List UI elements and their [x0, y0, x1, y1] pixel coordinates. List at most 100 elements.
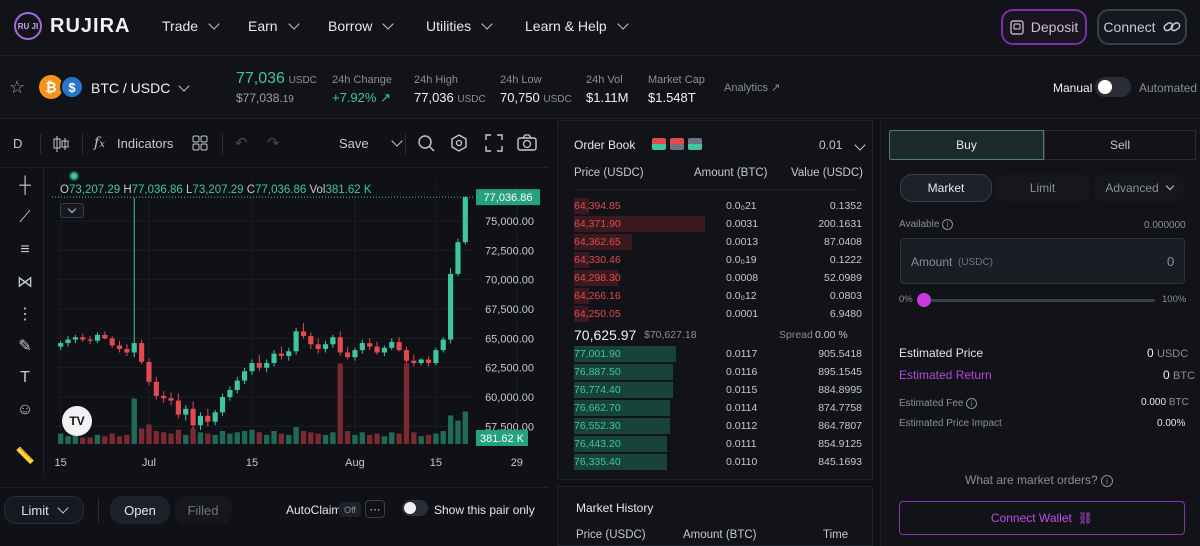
order-book-row[interactable]: 64,250.05 0.0001 6.9480 — [574, 305, 870, 323]
volume-bar — [80, 437, 86, 444]
buy-tab[interactable]: Buy — [889, 130, 1044, 160]
order-book-row[interactable]: 76,443.20 0.0111 854.9125 — [574, 435, 870, 453]
text-tool-icon[interactable]: T — [10, 362, 40, 394]
nav-trade-label: Trade — [162, 18, 199, 34]
mh-header-time: Time — [823, 529, 849, 541]
row-value: 845.1693 — [818, 456, 862, 468]
analytics-link[interactable]: Analytics ↗ — [724, 81, 780, 94]
brand-logo[interactable]: RU JI RUJIRA — [14, 12, 130, 40]
market-orders-help[interactable]: What are market orders? i — [965, 473, 1114, 487]
candle-body — [190, 408, 196, 426]
interval-selector[interactable]: D — [13, 136, 22, 151]
chevron-down-icon — [617, 18, 629, 30]
nav-earn[interactable]: Earn — [248, 18, 300, 34]
advanced-order-select[interactable]: Advanced — [1093, 174, 1185, 202]
volume-bar — [271, 431, 277, 444]
amount-slider-track[interactable] — [921, 299, 1155, 302]
deposit-button[interactable]: Deposit — [1001, 9, 1087, 45]
auto-toggle[interactable] — [1095, 77, 1131, 97]
row-price: 76,443.20 — [574, 438, 621, 450]
row-value: 895.1545 — [818, 366, 862, 378]
nav-trade[interactable]: Trade — [162, 18, 220, 34]
indicators-button[interactable]: Indicators — [117, 136, 173, 151]
undo-icon[interactable]: ↶ — [235, 134, 248, 152]
nav-learn-help-label: Learn & Help — [525, 18, 607, 34]
connect-wallet-button[interactable]: Connect Wallet ⛓ — [899, 501, 1185, 535]
order-book-row[interactable]: 76,887.50 0.0116 895.1545 — [574, 363, 870, 381]
settings-icon[interactable] — [450, 133, 468, 153]
row-price: 76,774.40 — [574, 384, 621, 396]
fullscreen-icon[interactable] — [485, 134, 503, 152]
low-label: 24h Low — [500, 74, 542, 86]
pair-selector[interactable]: BTC / USDC — [91, 80, 191, 96]
nav-utilities[interactable]: Utilities — [426, 18, 493, 34]
camera-icon[interactable] — [517, 134, 537, 152]
emoji-icon[interactable]: ☺ — [10, 394, 40, 426]
bids-list: 77,001.90 0.0117 905.5418 76,887.50 0.0116 89… — [574, 345, 862, 471]
order-type-select[interactable]: Limit — [4, 496, 84, 524]
order-book-panel: Order Book 0.01 Price (USDC) Amount (BTC… — [557, 120, 873, 480]
order-book-row[interactable]: 64,362.65 0.0013 87.0408 — [574, 233, 870, 251]
nav-learn-help[interactable]: Learn & Help — [525, 18, 629, 34]
price-chart[interactable]: 75,000.00 72,500.00 70,000.00 67,500.00 65,0… — [44, 168, 548, 478]
order-book-row[interactable]: 76,552.30 0.0112 864.7807 — [574, 417, 870, 435]
sell-tab[interactable]: Sell — [1044, 130, 1196, 160]
order-book-row[interactable]: 64,394.85 0.0₀21 0.1352 — [574, 197, 870, 215]
order-book-row[interactable]: 77,001.90 0.0117 905.5418 — [574, 345, 870, 363]
candle-body — [242, 371, 248, 381]
order-book-row[interactable]: 76,774.40 0.0115 884.8995 — [574, 381, 870, 399]
drawing-tools-panel: ┼ ⟋ ≡ ⋈ ⋮ ✎ T ☺ 📏 — [4, 168, 44, 478]
order-book-row[interactable]: 76,662.70 0.0114 874.7758 — [574, 399, 870, 417]
order-book-row[interactable]: 64,371.90 0.0031 200.1631 — [574, 215, 870, 233]
chevron-down-icon — [1165, 181, 1174, 191]
order-book-row[interactable]: 64,298.30 0.0008 52.0989 — [574, 269, 870, 287]
amount-slider-handle[interactable] — [917, 293, 931, 307]
legend-collapse-button[interactable] — [60, 203, 84, 218]
brand-name: RUJIRA — [50, 14, 131, 37]
limit-order-tab[interactable]: Limit — [995, 174, 1090, 202]
info-icon[interactable]: i — [966, 398, 978, 409]
quick-search-icon[interactable] — [417, 133, 435, 153]
view-both-icon[interactable] — [652, 138, 666, 150]
market-order-tab[interactable]: Market — [900, 174, 992, 202]
row-amount: 0.0008 — [726, 272, 759, 284]
crosshair-icon[interactable]: ┼ — [10, 170, 40, 202]
connect-button[interactable]: Connect — [1097, 9, 1187, 45]
brush-icon[interactable]: ✎ — [10, 330, 40, 362]
candle-body — [205, 415, 211, 422]
volume-bar — [411, 432, 417, 444]
candle-body — [359, 343, 365, 351]
tab-filled-orders[interactable]: Filled — [174, 496, 232, 524]
prediction-icon[interactable]: ⋮ — [10, 298, 40, 330]
info-icon[interactable]: i — [942, 219, 954, 230]
volume-bar — [175, 429, 182, 444]
amount-input[interactable]: Amount (USDC) 0 — [900, 238, 1185, 284]
layout-grid-icon[interactable] — [192, 135, 208, 151]
more-options-icon[interactable]: ⋯ — [365, 500, 385, 518]
volume-bar — [116, 436, 123, 444]
fib-icon[interactable]: ≡ — [10, 234, 40, 266]
tick-size-select[interactable]: 0.01 — [819, 138, 867, 152]
view-asks-icon[interactable] — [670, 138, 684, 150]
chevron-down-icon[interactable] — [391, 135, 403, 147]
order-book-row[interactable]: 76,335.40 0.0110 845.1693 — [574, 453, 870, 471]
save-button[interactable]: Save — [339, 136, 369, 151]
trend-line-icon[interactable]: ⟋ — [10, 202, 40, 234]
tab-open-orders[interactable]: Open — [110, 496, 170, 524]
pattern-icon[interactable]: ⋈ — [10, 266, 40, 298]
order-book-row[interactable]: 64,330.46 0.0₀19 0.1222 — [574, 251, 870, 269]
high-unit: USDC — [457, 94, 486, 105]
favorite-star-icon[interactable]: ☆ — [9, 77, 25, 98]
nav-borrow[interactable]: Borrow — [328, 18, 395, 34]
order-book-row[interactable]: 64,266.16 0.0₀12 0.0803 — [574, 287, 870, 305]
candles-icon[interactable] — [52, 134, 70, 154]
tick-size-value: 0.01 — [819, 138, 843, 152]
candle-body — [425, 359, 432, 364]
ruler-icon[interactable]: 📏 — [10, 440, 40, 472]
volume-bar — [286, 434, 292, 444]
redo-icon[interactable]: ↷ — [267, 134, 280, 152]
show-pair-toggle[interactable] — [402, 500, 428, 516]
tradingview-logo-icon[interactable]: TV — [62, 406, 92, 436]
view-bids-icon[interactable] — [688, 138, 702, 150]
autoclaim-state-badge[interactable]: Off — [339, 502, 361, 517]
